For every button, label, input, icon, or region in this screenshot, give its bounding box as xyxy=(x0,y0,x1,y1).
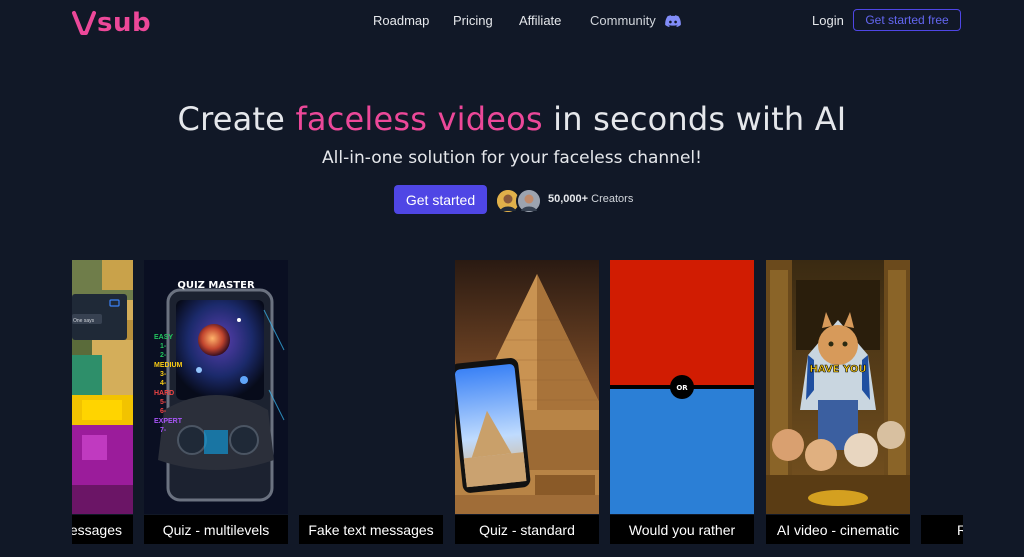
or-badge: OR xyxy=(676,384,688,392)
logo-text: sub xyxy=(97,8,152,38)
video-card-label: R xyxy=(921,515,963,544)
quiz-level: EASY xyxy=(154,334,173,341)
video-card-would-you-rather[interactable]: OR xyxy=(610,260,754,514)
nav-pricing[interactable]: Pricing xyxy=(453,13,493,28)
video-card-quiz-multilevels[interactable]: QUIZ MASTER EASY 1- 2- MEDIUM 3- 4- HARD… xyxy=(144,260,288,514)
video-caption: HAVE YOU xyxy=(810,364,867,375)
video-card-label: Would you rather xyxy=(610,515,754,544)
quiz-level: HARD xyxy=(154,390,174,397)
video-card-label: Quiz - standard xyxy=(455,515,599,544)
hero-subtitle: All-in-one solution for your faceless ch… xyxy=(322,148,702,168)
video-card-quiz-standard[interactable] xyxy=(455,260,599,514)
minecraft-image: One says xyxy=(72,260,133,514)
hero-title-after: in seconds with AI xyxy=(542,100,847,138)
quiz-level: 7- xyxy=(160,427,167,434)
nav-community[interactable]: Community xyxy=(590,13,682,28)
avatar xyxy=(516,188,542,214)
logo[interactable]: sub xyxy=(72,8,151,38)
egyptian-cats-image: HAVE YOU xyxy=(766,260,910,514)
video-card-label: AI video - cinematic xyxy=(766,515,910,544)
video-card-fake-text-messages[interactable] xyxy=(299,260,443,514)
creators-label: Creators xyxy=(588,193,634,205)
phone-caption: One says xyxy=(73,318,95,324)
hero-title-accent: faceless videos xyxy=(295,100,543,138)
hero-title: Create faceless videos in seconds with A… xyxy=(0,100,1024,138)
quiz-level: 6- xyxy=(160,408,167,415)
quiz-title: QUIZ MASTER xyxy=(177,280,255,291)
nav-roadmap[interactable]: Roadmap xyxy=(373,13,429,28)
nav-community-label: Community xyxy=(590,13,656,28)
pyramid-phone-image xyxy=(455,260,599,514)
get-started-free-button[interactable]: Get started free xyxy=(853,9,961,31)
quiz-level: 4- xyxy=(160,380,167,387)
card-label-text: essages xyxy=(72,521,122,538)
red-blue-split-image: OR xyxy=(610,260,754,514)
quiz-level: 2- xyxy=(160,352,167,359)
quiz-level: MEDIUM xyxy=(154,362,183,369)
quiz-level: 3- xyxy=(160,371,167,378)
video-card-ai-cinematic[interactable]: HAVE YOU xyxy=(766,260,910,514)
card-label-text: R xyxy=(957,521,963,538)
quiz-level: EXPERT xyxy=(154,418,183,425)
logo-v-icon xyxy=(72,11,96,35)
video-card-label: essages xyxy=(72,515,133,544)
quiz-level: 1- xyxy=(160,343,167,350)
video-card-label: Fake text messages xyxy=(299,515,443,544)
discord-icon xyxy=(665,15,682,27)
video-card-label: Quiz - multilevels xyxy=(144,515,288,544)
get-started-button[interactable]: Get started xyxy=(394,185,487,214)
nav-affiliate[interactable]: Affiliate xyxy=(519,13,561,28)
creators-number: 50,000+ xyxy=(548,193,589,205)
quiz-level: 5- xyxy=(160,399,167,406)
hero-title-before: Create xyxy=(177,100,296,138)
login-link[interactable]: Login xyxy=(812,13,844,28)
quiz-master-image: QUIZ MASTER EASY 1- 2- MEDIUM 3- 4- HARD… xyxy=(144,260,288,514)
avatar-person-icon xyxy=(518,190,540,212)
video-card-fake-messages[interactable]: One says xyxy=(72,260,133,514)
creators-count: 50,000+ Creators xyxy=(548,193,633,205)
